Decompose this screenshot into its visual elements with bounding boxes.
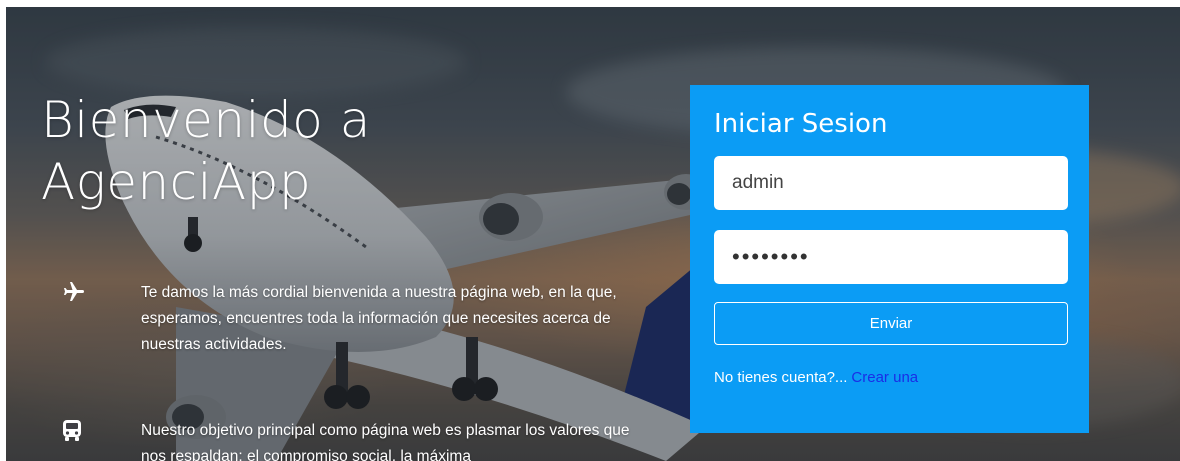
hero-title-line1: Bienvenido a	[41, 91, 371, 149]
username-input[interactable]	[714, 156, 1068, 210]
hero-title-line2: AgenciApp	[41, 153, 312, 211]
login-panel: Iniciar Sesion Enviar No tienes cuenta?.…	[690, 85, 1089, 433]
password-input[interactable]	[714, 230, 1068, 284]
signup-row: No tienes cuenta?... Crear una	[714, 369, 918, 386]
feature-objective-text: Nuestro objetivo principal como página w…	[141, 422, 630, 461]
create-account-link[interactable]: Crear una	[851, 369, 918, 386]
hero-title: Bienvenido a AgenciApp	[41, 89, 371, 213]
feature-welcome-text: Te damos la más cordial bienvenida a nue…	[141, 284, 617, 353]
submit-button[interactable]: Enviar	[714, 302, 1068, 345]
login-title: Iniciar Sesion	[714, 109, 888, 139]
airplane-icon	[61, 280, 91, 304]
hero-section: Bienvenido a AgenciApp Te damos la más c…	[6, 7, 1180, 461]
signup-prompt: No tienes cuenta?...	[714, 369, 848, 386]
bus-icon	[61, 418, 91, 442]
